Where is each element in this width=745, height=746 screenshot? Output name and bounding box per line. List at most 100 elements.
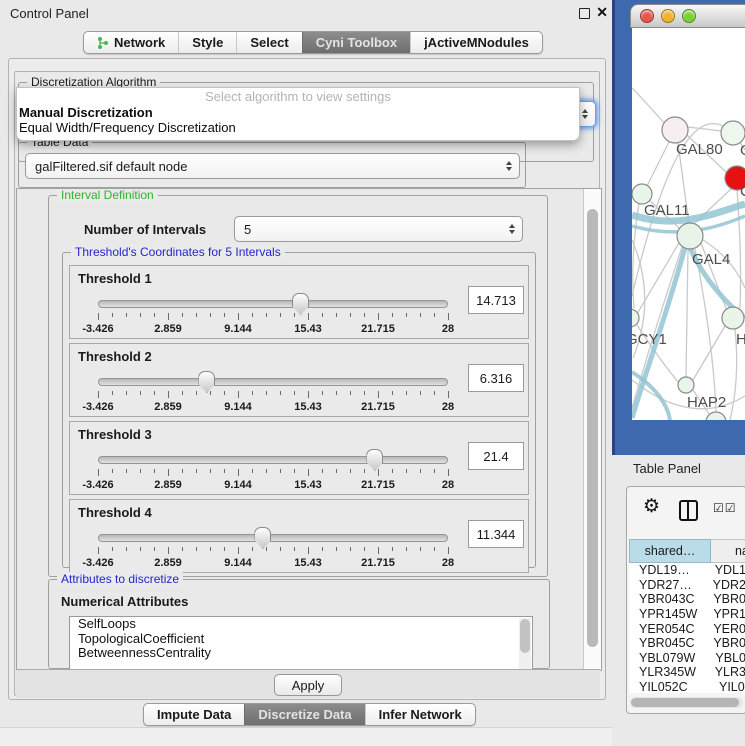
tick-mark — [392, 391, 393, 395]
threshold-label: Threshold 3 — [78, 427, 152, 442]
attribute-list-item[interactable]: TopologicalCoefficient — [70, 632, 532, 647]
tab-style[interactable]: Style — [178, 32, 236, 53]
panel-vertical-scrollbar[interactable] — [583, 189, 601, 670]
slider-track[interactable] — [98, 534, 448, 542]
network-node-gal4[interactable] — [677, 223, 703, 249]
threshold-value-field[interactable]: 6.316 — [468, 364, 524, 392]
attribute-list-item[interactable]: BetweennessCentrality — [70, 646, 532, 661]
network-edge[interactable] — [686, 249, 688, 377]
apply-button[interactable]: Apply — [274, 674, 342, 696]
attribute-list-item[interactable]: SelfLoops — [70, 617, 532, 632]
attributes-list-scrollbar[interactable] — [519, 618, 531, 670]
table-panel-title: Table Panel — [633, 461, 701, 476]
tick-mark — [350, 469, 351, 473]
network-edge[interactable] — [688, 127, 721, 131]
threshold-value-field[interactable]: 11.344 — [468, 520, 524, 548]
float-panel-icon[interactable] — [579, 8, 590, 19]
network-node-gal80[interactable] — [662, 117, 688, 143]
popup-item-equal-width-frequency[interactable]: Equal Width/Frequency Discretization — [17, 120, 579, 135]
table-data-combobox[interactable]: galFiltered.sif default node — [25, 153, 520, 179]
table-hscrollbar-thumb[interactable] — [631, 698, 739, 707]
tick-mark — [294, 391, 295, 395]
popup-item-manual-discretization[interactable]: Manual Discretization — [17, 105, 579, 120]
threshold-value-field[interactable]: 21.4 — [468, 442, 524, 470]
tick-label: 15.43 — [294, 557, 322, 569]
threshold-slider[interactable]: -3.4262.8599.14415.4321.71528 — [98, 456, 448, 486]
tick-mark — [364, 547, 365, 551]
cell-shared-name: YDL19… — [629, 563, 705, 577]
tick-mark — [238, 313, 239, 320]
table-row[interactable]: YLR345WYLR3 — [629, 665, 745, 680]
gear-icon[interactable]: ⚙ — [643, 495, 660, 518]
attributes-scrollbar-thumb[interactable] — [520, 619, 530, 653]
tick-mark — [140, 313, 141, 317]
tick-mark — [252, 313, 253, 317]
checkbox-columns-icon[interactable]: ☑☑ — [713, 501, 737, 515]
tick-mark — [126, 313, 127, 317]
tick-mark — [378, 469, 379, 476]
tab-network[interactable]: Network — [84, 32, 178, 53]
network-node-label: GAL11 — [644, 202, 690, 219]
table-row[interactable]: YPR145WYPR1 — [629, 607, 745, 622]
table-row[interactable]: YIL052CYIL0 — [629, 680, 745, 693]
table-horizontal-scrollbar[interactable] — [630, 697, 743, 708]
slider-thumb[interactable] — [366, 449, 383, 471]
column-layout-icon[interactable] — [679, 500, 698, 521]
tick-mark — [168, 313, 169, 320]
slider-thumb[interactable] — [198, 371, 215, 393]
slider-track[interactable] — [98, 300, 448, 308]
tab-impute-data[interactable]: Impute Data — [144, 704, 244, 725]
network-edge[interactable] — [632, 88, 665, 124]
interval-definition-label: Interval Definition — [57, 189, 158, 202]
table-row[interactable]: YER054CYER0 — [629, 621, 745, 636]
table-row[interactable]: YBR043CYBR0 — [629, 592, 745, 607]
network-node-gal11[interactable] — [632, 184, 652, 204]
tab-label: Style — [192, 32, 223, 53]
popup-placeholder-item: Select algorithm to view settings — [17, 88, 579, 105]
threshold-slider[interactable]: -3.4262.8599.14415.4321.71528 — [98, 378, 448, 408]
column-header-shared-name[interactable]: shared… — [629, 539, 711, 563]
network-window-titlebar[interactable] — [630, 4, 745, 28]
cell-shared-name: YER054C — [629, 622, 703, 636]
slider-track[interactable] — [98, 456, 448, 464]
tick-mark — [224, 313, 225, 317]
table-row[interactable]: YDR27…YDR2 — [629, 578, 745, 593]
tick-mark — [364, 391, 365, 395]
close-button[interactable] — [640, 9, 654, 23]
network-edge[interactable] — [632, 247, 682, 408]
tab-discretize-data[interactable]: Discretize Data — [244, 704, 364, 725]
threshold-slider[interactable]: -3.4262.8599.14415.4321.71528 — [98, 534, 448, 564]
threshold-slider[interactable]: -3.4262.8599.14415.4321.71528 — [98, 300, 448, 330]
threshold-value-field[interactable]: 14.713 — [468, 286, 524, 314]
tick-label: 9.144 — [224, 323, 252, 335]
tab-cyni-toolbox[interactable]: Cyni Toolbox — [302, 32, 410, 53]
tick-label: 15.43 — [294, 401, 322, 413]
thresholds-group-label: Threshold's Coordinates for 5 Intervals — [71, 245, 285, 259]
table-row[interactable]: YDL19…YDL1 — [629, 563, 745, 578]
slider-thumb[interactable] — [292, 293, 309, 315]
tab-select[interactable]: Select — [236, 32, 301, 53]
threshold-label: Threshold 4 — [78, 505, 152, 520]
slider-track[interactable] — [98, 378, 448, 386]
slider-thumb[interactable] — [254, 527, 271, 549]
tab-jactivemnodules[interactable]: jActiveMNodules — [410, 32, 542, 53]
minimize-button[interactable] — [661, 9, 675, 23]
tick-mark — [154, 469, 155, 473]
zoom-button[interactable] — [682, 9, 696, 23]
network-node-ha[interactable] — [722, 307, 744, 329]
tick-mark — [112, 547, 113, 551]
tick-mark — [322, 391, 323, 395]
combobox-stepper-icon — [509, 224, 515, 234]
tab-infer-network[interactable]: Infer Network — [365, 704, 475, 725]
network-node-hap2[interactable] — [678, 377, 694, 393]
number-of-intervals-combobox[interactable]: 5 — [234, 216, 523, 242]
table-row[interactable]: YBL079WYBL0 — [629, 651, 745, 666]
tick-mark — [406, 313, 407, 317]
tab-label: Discretize Data — [258, 704, 351, 725]
panel-scrollbar-thumb[interactable] — [587, 209, 598, 647]
network-view-canvas[interactable]: GAL80GALCGAL11GAL4GCY1HAHAP2 — [632, 28, 745, 420]
close-panel-icon[interactable]: ✕ — [596, 4, 608, 21]
table-row[interactable]: YBR045CYBR0 — [629, 636, 745, 651]
numerical-attributes-list[interactable]: SelfLoopsTopologicalCoefficientBetweenne… — [69, 616, 533, 670]
column-header-name[interactable]: na — [711, 539, 745, 563]
